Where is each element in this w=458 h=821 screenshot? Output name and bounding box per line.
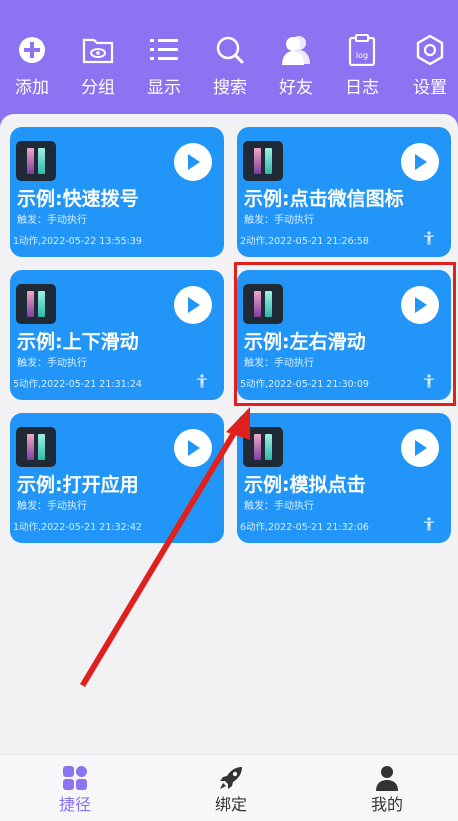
display-label: 显示	[147, 78, 181, 98]
settings-button[interactable]: 设置	[398, 32, 458, 104]
play-icon	[188, 440, 200, 456]
play-icon	[415, 440, 427, 456]
play-button[interactable]	[401, 429, 439, 467]
rocket-icon	[220, 767, 242, 789]
add-button[interactable]: 添加	[0, 32, 64, 104]
play-button[interactable]	[401, 143, 439, 181]
list-icon	[146, 32, 182, 68]
nav-mine-label: 我的	[370, 795, 403, 814]
card-title: 示例:模拟点击	[244, 474, 366, 496]
accessibility-person-icon	[424, 231, 434, 245]
friends-icon	[278, 32, 314, 68]
card-meta: 1动作,2022-05-22 13:55:39	[13, 236, 142, 247]
grid-icon	[63, 766, 87, 790]
app-icon	[16, 284, 56, 324]
card-trigger: 触发：手动执行	[17, 215, 87, 226]
shortcut-card[interactable]: 示例:快速拨号 触发：手动执行 1动作,2022-05-22 13:55:39	[10, 127, 224, 257]
settings-label: 设置	[413, 78, 447, 98]
accessibility-person-icon	[197, 374, 207, 388]
user-icon	[376, 766, 398, 791]
add-circle-icon	[14, 32, 50, 68]
add-label: 添加	[15, 78, 49, 98]
card-trigger: 触发：手动执行	[17, 501, 87, 512]
card-trigger: 触发：手动执行	[17, 358, 87, 369]
card-trigger: 触发：手动执行	[244, 501, 314, 512]
nav-bind[interactable]: 绑定	[186, 765, 276, 821]
top-toolbar: 添加 分组 显示 搜索 好友 log 日志 设置	[0, 0, 458, 128]
nav-shortcuts[interactable]: 捷径	[30, 765, 120, 821]
play-icon	[188, 297, 200, 313]
play-button[interactable]	[174, 286, 212, 324]
annotation-highlight-box	[234, 262, 456, 406]
nav-shortcuts-label: 捷径	[58, 795, 91, 814]
app-icon	[243, 427, 283, 467]
shortcut-card[interactable]: 示例:打开应用 触发：手动执行 1动作,2022-05-21 21:32:42	[10, 413, 224, 543]
search-label: 搜索	[213, 78, 247, 98]
nav-mine[interactable]: 我的	[342, 765, 432, 821]
play-icon	[188, 154, 200, 170]
svg-text:log: log	[356, 51, 368, 60]
display-button[interactable]: 显示	[132, 32, 196, 104]
bottom-navigation: 捷径 绑定 我的	[0, 754, 458, 821]
card-title: 示例:上下滑动	[17, 331, 139, 353]
group-label: 分组	[81, 78, 115, 98]
card-meta: 2动作,2022-05-21 21:26:58	[240, 236, 369, 247]
search-button[interactable]: 搜索	[198, 32, 262, 104]
card-meta: 5动作,2022-05-21 21:31:24	[13, 379, 142, 390]
card-title: 示例:点击微信图标	[244, 188, 404, 210]
card-title: 示例:打开应用	[17, 474, 139, 496]
card-title: 示例:快速拨号	[17, 188, 139, 210]
friends-label: 好友	[279, 78, 313, 98]
log-button[interactable]: log 日志	[330, 32, 394, 104]
shortcut-card[interactable]: 示例:模拟点击 触发：手动执行 6动作,2022-05-21 21:32:06	[237, 413, 451, 543]
play-button[interactable]	[174, 429, 212, 467]
accessibility-person-icon	[424, 517, 434, 531]
app-icon	[243, 141, 283, 181]
card-trigger: 触发：手动执行	[244, 215, 314, 226]
search-icon	[212, 32, 248, 68]
app-icon	[16, 141, 56, 181]
play-icon	[415, 154, 427, 170]
folder-eye-icon	[80, 32, 116, 68]
shortcut-card[interactable]: 示例:点击微信图标 触发：手动执行 2动作,2022-05-21 21:26:5…	[237, 127, 451, 257]
settings-hexagon-icon	[412, 32, 448, 68]
shortcut-card[interactable]: 示例:上下滑动 触发：手动执行 5动作,2022-05-21 21:31:24	[10, 270, 224, 400]
card-meta: 1动作,2022-05-21 21:32:42	[13, 522, 142, 533]
group-button[interactable]: 分组	[66, 32, 130, 104]
log-label: 日志	[345, 78, 379, 98]
friends-button[interactable]: 好友	[264, 32, 328, 104]
play-button[interactable]	[174, 143, 212, 181]
nav-bind-label: 绑定	[214, 795, 247, 814]
app-icon	[16, 427, 56, 467]
card-meta: 6动作,2022-05-21 21:32:06	[240, 522, 369, 533]
log-clipboard-icon: log	[344, 32, 380, 68]
